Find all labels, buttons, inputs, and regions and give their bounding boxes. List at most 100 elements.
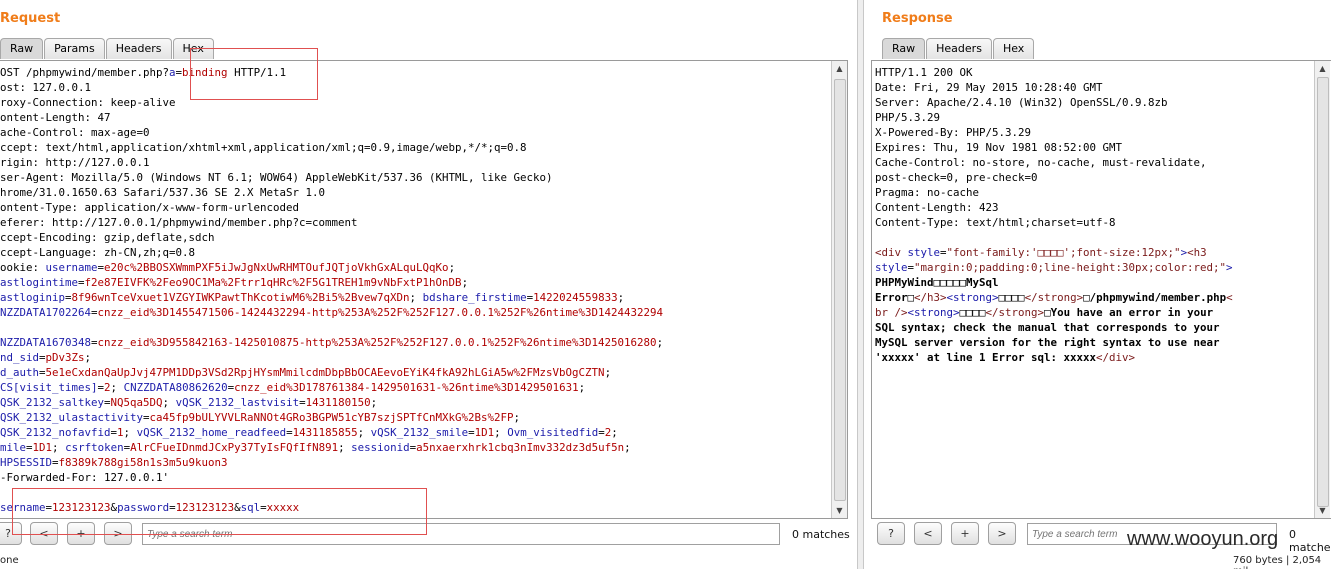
- request-line: ccept: text/html,application/xhtml+xml,a…: [0, 140, 831, 155]
- request-line: ache-Control: max-age=0: [0, 125, 831, 140]
- request-token: NZZDATA1702264: [0, 306, 92, 319]
- request-token: ;: [494, 426, 508, 439]
- request-line: QSK_2132_saltkey=NQ5qa5DQ; vQSK_2132_las…: [0, 395, 831, 410]
- scroll-down-icon[interactable]: ▼: [1315, 503, 1330, 518]
- response-line: Error□</h3><strong>□□□□</strong>□/phpmyw…: [875, 290, 1324, 305]
- response-token: □□□□: [998, 291, 1025, 304]
- response-line: HTTP/1.1 200 OK: [875, 65, 1324, 80]
- request-token: cnzz_eid%3D1455471506-1424432294-http%25…: [97, 306, 664, 319]
- request-token: f8389k788gi58n1s3m5u9kuon3: [58, 456, 228, 469]
- split-divider[interactable]: [857, 0, 864, 569]
- request-token: 1D1: [32, 441, 53, 454]
- response-line: PHPMyWind□□□□□MySql: [875, 275, 1324, 290]
- request-token: QSK_2132_saltkey: [0, 396, 105, 409]
- response-token: PHPMyWind□□□□□MySql: [875, 276, 999, 289]
- request-token: ccept: text/html,application/xhtml+xml,a…: [0, 141, 527, 154]
- request-token: astlogintime: [0, 276, 79, 289]
- response-token: Content-Length: 423: [875, 201, 999, 214]
- tab-raw[interactable]: Raw: [0, 38, 44, 59]
- request-line: NZZDATA1670348=cnzz_eid%3D955842163-1425…: [0, 335, 831, 350]
- request-line: d_auth=5e1eCxdanQaUpJvj47PM1DDp3VSd2RpjH…: [0, 365, 831, 380]
- response-line: br /><strong>□□□□</strong>□You have an e…: [875, 305, 1324, 320]
- response-line: PHP/5.3.29: [875, 110, 1324, 125]
- request-token: ;: [123, 426, 137, 439]
- help-button[interactable]: ?: [877, 522, 905, 545]
- request-token: rigin: http://127.0.0.1: [0, 156, 150, 169]
- request-line: mile=1D1; csrftoken=AlrCFueIDnmdJCxPy37T…: [0, 440, 831, 455]
- add-button[interactable]: +: [951, 522, 979, 545]
- request-token: 1422024559833: [533, 291, 618, 304]
- response-token: 'xxxxx' at line 1 Error sql: xxxxx: [875, 351, 1097, 364]
- request-token: ontent-Length: 47: [0, 111, 111, 124]
- request-editor[interactable]: OST /phpmywind/member.php?a=binding HTTP…: [0, 60, 848, 519]
- request-line: ccept-Encoding: gzip,deflate,sdch: [0, 230, 831, 245]
- response-line: Content-Type: text/html;charset=utf-8: [875, 215, 1324, 230]
- response-token: □You have an error in your: [1044, 306, 1214, 319]
- request-token: 1431180150: [305, 396, 371, 409]
- request-token: ;: [611, 426, 618, 439]
- request-token: ;: [617, 291, 625, 304]
- response-token: MySQL server version for the right synta…: [875, 336, 1220, 349]
- request-scrollbar[interactable]: ▲ ▼: [831, 61, 847, 518]
- response-scrollbar[interactable]: ▲ ▼: [1314, 61, 1330, 518]
- request-token: astloginip: [0, 291, 66, 304]
- response-token: </h3>: [914, 291, 947, 304]
- request-line: HPSESSID=f8389k788gi58n1s3m5u9kuon3: [0, 455, 831, 470]
- request-token: ;: [162, 396, 176, 409]
- request-line: QSK_2132_ulastactivity=ca45fp9bULYVVLRaN…: [0, 410, 831, 425]
- request-title: Request: [0, 11, 61, 26]
- tab-raw[interactable]: Raw: [882, 38, 926, 59]
- response-token: Cache-Control: no-store, no-cache, must-…: [875, 156, 1207, 169]
- tab-headers[interactable]: Headers: [105, 38, 172, 59]
- scroll-down-icon[interactable]: ▼: [832, 503, 847, 518]
- scroll-up-icon[interactable]: ▲: [832, 61, 847, 76]
- response-tabs: Raw Headers Hex: [882, 38, 1035, 59]
- scroll-up-icon[interactable]: ▲: [1315, 61, 1330, 76]
- request-token: ookie:: [0, 261, 46, 274]
- request-line: ccept-Language: zh-CN,zh;q=0.8: [0, 245, 831, 260]
- request-line: QSK_2132_nofavfid=1; vQSK_2132_home_read…: [0, 425, 831, 440]
- highlight-box-post-body: [12, 488, 427, 535]
- request-line: rigin: http://127.0.0.1: [0, 155, 831, 170]
- tab-hex[interactable]: Hex: [992, 38, 1035, 59]
- response-token: HTTP/1.1 200 OK: [875, 66, 973, 79]
- next-button[interactable]: >: [988, 522, 1016, 545]
- response-token: X-Powered-By: PHP/5.3.29: [875, 126, 1032, 139]
- response-token: Error□: [875, 291, 915, 304]
- request-token: vQSK_2132_smile: [370, 426, 469, 439]
- request-line: ​: [0, 320, 831, 335]
- request-token: Ovm_visitedfid: [507, 426, 599, 439]
- request-line: -Forwarded-For: 127.0.0.1': [0, 470, 831, 485]
- response-title: Response: [882, 11, 953, 26]
- request-token: CS[visit_times]: [0, 381, 98, 394]
- request-token: ccept-Language: zh-CN,zh;q=0.8: [0, 246, 196, 259]
- response-token: "font-family:'□□□□';font-size:12px;": [946, 246, 1181, 259]
- request-token: ost: 127.0.0.1: [0, 81, 92, 94]
- request-tabs: Raw Params Headers Hex: [0, 38, 215, 59]
- response-line: Pragma: no-cache: [875, 185, 1324, 200]
- response-token: Server: Apache/2.4.10 (Win32) OpenSSL/0.…: [875, 96, 1168, 109]
- request-token: cnzz_eid%3D955842163-1425010875-http%253…: [97, 336, 657, 349]
- request-token: mile: [0, 441, 27, 454]
- response-editor[interactable]: HTTP/1.1 200 OK Date: Fri, 29 May 2015 10…: [871, 60, 1331, 519]
- response-pane: Response Raw Headers Hex HTTP/1.1 200 OK…: [864, 0, 1331, 569]
- request-token: nd_sid: [0, 351, 40, 364]
- response-token: </strong>: [1024, 291, 1084, 304]
- request-token: ;: [338, 441, 352, 454]
- request-token: HPSESSID: [0, 456, 53, 469]
- response-token: style: [907, 246, 941, 259]
- response-text[interactable]: HTTP/1.1 200 OK Date: Fri, 29 May 2015 10…: [875, 65, 1324, 365]
- tab-params[interactable]: Params: [44, 38, 105, 59]
- tab-headers[interactable]: Headers: [926, 38, 992, 59]
- request-token: OST /phpmywind/member.php?: [0, 66, 170, 79]
- request-text[interactable]: OST /phpmywind/member.php?a=binding HTTP…: [0, 65, 831, 515]
- scroll-thumb[interactable]: [1317, 77, 1329, 507]
- request-token: ccept-Encoding: gzip,deflate,sdch: [0, 231, 215, 244]
- request-line: ser-Agent: Mozilla/5.0 (Windows NT 6.1; …: [0, 170, 831, 185]
- request-token: bdshare_firstime: [422, 291, 527, 304]
- previous-button[interactable]: <: [914, 522, 942, 545]
- scroll-thumb[interactable]: [834, 79, 846, 501]
- response-line: SQL syntax; check the manual that corres…: [875, 320, 1324, 335]
- response-status: 760 bytes | 2,054 mil: [1233, 555, 1322, 569]
- response-token: style: [875, 261, 908, 274]
